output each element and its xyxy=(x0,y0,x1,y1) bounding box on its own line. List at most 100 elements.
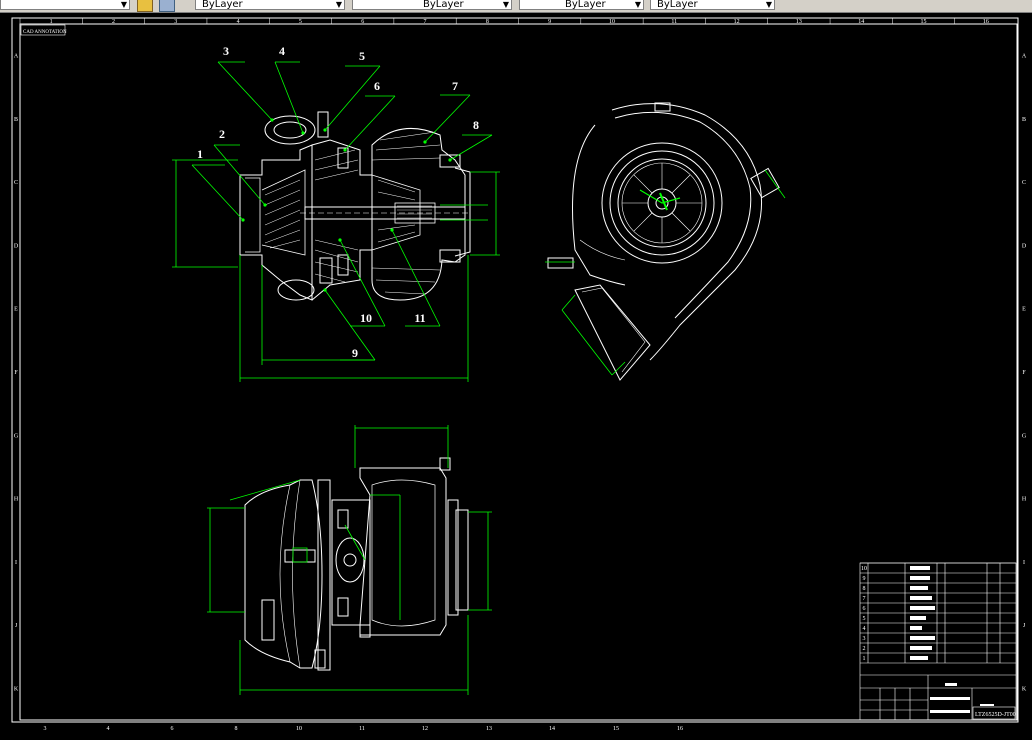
inner-frame xyxy=(19,23,1018,721)
title-block-row-number: 3 xyxy=(863,636,866,642)
column-number: 13 xyxy=(796,19,802,25)
end-view-dimensions xyxy=(545,169,786,376)
title-block-row-numbers: 10 9 8 7 6 5 4 3 2 1 xyxy=(861,566,867,662)
title-block-row-number: 4 xyxy=(863,626,866,632)
leader-arrowhead xyxy=(343,148,347,152)
row-letter: J xyxy=(1023,623,1026,629)
column-number: 3 xyxy=(174,19,177,25)
row-letter: A xyxy=(14,54,19,60)
row-letters-left: A B C D E F G H I J K xyxy=(14,54,19,693)
column-number: 4 xyxy=(107,726,110,732)
section-dimensions xyxy=(172,159,500,382)
layer-previous-icon[interactable] xyxy=(159,0,175,12)
plotstyle-control-value: ByLayer xyxy=(657,0,698,10)
column-number: 15 xyxy=(921,19,927,25)
column-number: 3 xyxy=(44,726,47,732)
column-number: 14 xyxy=(858,19,864,25)
balloon-leader xyxy=(324,65,381,131)
corner-label: CAD ANNOTATION xyxy=(23,30,67,35)
column-number: 11 xyxy=(359,726,365,732)
row-letter: G xyxy=(14,433,19,439)
column-number: 12 xyxy=(422,726,428,732)
row-letter: B xyxy=(1022,117,1026,123)
column-number: 6 xyxy=(171,726,174,732)
toolbar-left-dropdown[interactable]: ▼ xyxy=(0,0,130,10)
column-number: 16 xyxy=(983,19,989,25)
column-number: 10 xyxy=(296,726,302,732)
part-balloon-number: 4 xyxy=(279,44,285,58)
row-letter: C xyxy=(1022,180,1026,186)
row-letter: I xyxy=(1023,560,1025,566)
row-letter: D xyxy=(1022,243,1027,249)
row-letter: E xyxy=(14,307,18,313)
front-view-dimensions xyxy=(207,425,492,695)
part-balloon-number: 2 xyxy=(219,127,225,141)
leader-arrowhead xyxy=(323,288,327,292)
leader-arrowhead xyxy=(448,158,452,162)
row-letter: B xyxy=(14,117,18,123)
part-balloon-number: 1 xyxy=(197,147,203,161)
column-number: 13 xyxy=(486,726,492,732)
column-number: 11 xyxy=(671,19,677,25)
column-number: 2 xyxy=(112,19,115,25)
column-number: 8 xyxy=(486,19,489,25)
color-control-dropdown[interactable]: ByLayer ▼ xyxy=(195,0,345,10)
part-balloon-number: 3 xyxy=(223,44,229,58)
row-letter: I xyxy=(15,560,17,566)
section-view xyxy=(239,111,471,301)
leader-arrowhead xyxy=(241,218,245,222)
title-block-row-number: 7 xyxy=(863,596,866,602)
drawing-canvas[interactable]: CAD ANNOTATION 1 2 3 4 5 6 7 8 9 10 11 12 13 14 15 16 3… xyxy=(0,12,1032,736)
row-letter: F xyxy=(14,370,18,376)
row-letter: G xyxy=(1022,433,1027,439)
row-letter: K xyxy=(14,686,19,692)
column-number: 10 xyxy=(609,19,615,25)
row-letter: C xyxy=(14,180,18,186)
part-balloon-number: 11 xyxy=(414,311,425,325)
part-balloon-number: 10 xyxy=(360,311,372,325)
column-number: 9 xyxy=(548,19,551,25)
lineweight-control-value: ByLayer xyxy=(565,0,606,10)
drawing-number: LTZ6525D-JT00 xyxy=(975,712,1016,718)
plotstyle-control-dropdown[interactable]: ByLayer ▼ xyxy=(650,0,775,10)
balloon-leader xyxy=(449,134,493,161)
row-letter: J xyxy=(15,623,18,629)
part-balloon-number: 8 xyxy=(473,118,479,132)
lineweight-control-dropdown[interactable]: ByLayer ▼ xyxy=(519,0,644,10)
row-letters-right: A B C D E F G H I J K xyxy=(1022,54,1027,693)
column-number: 12 xyxy=(734,19,740,25)
balloon-leader xyxy=(344,95,396,151)
balloon-leader xyxy=(324,289,376,361)
column-number: 4 xyxy=(237,19,240,25)
layer-states-icon[interactable] xyxy=(137,0,153,12)
title-block-row-number: 10 xyxy=(861,566,867,572)
row-letter: A xyxy=(1022,54,1027,60)
title-block-row-number: 8 xyxy=(863,586,866,592)
leader-arrowhead xyxy=(338,238,342,242)
linetype-control-dropdown[interactable]: ByLayer ▼ xyxy=(352,0,512,10)
part-balloons: 1 2 3 4 5 6 7 8 9 10 11 xyxy=(191,44,493,361)
cad-drawing[interactable]: CAD ANNOTATION 1 2 3 4 5 6 7 8 9 10 11 12 13 14 15 16 3… xyxy=(0,12,1032,736)
chevron-down-icon: ▼ xyxy=(335,0,342,9)
part-balloon-number: 5 xyxy=(359,49,365,63)
balloon-leader xyxy=(191,164,244,221)
part-balloon-number: 9 xyxy=(352,346,358,360)
row-letter: H xyxy=(1022,497,1027,503)
leader-arrowhead xyxy=(270,118,274,122)
balloon-leader xyxy=(217,61,273,121)
leader-arrowhead xyxy=(263,203,267,207)
title-block-row-number: 1 xyxy=(863,656,866,662)
column-number: 5 xyxy=(299,19,302,25)
color-control-value: ByLayer xyxy=(202,0,243,10)
column-number: 1 xyxy=(50,19,53,25)
row-letter: K xyxy=(1022,686,1027,692)
title-block-row-number: 6 xyxy=(863,606,866,612)
column-number: 15 xyxy=(613,726,619,732)
title-block-row-number: 2 xyxy=(863,646,866,652)
leader-arrowhead xyxy=(323,128,327,132)
title-block-fills xyxy=(910,566,994,713)
front-view xyxy=(244,457,469,671)
part-balloon-number: 7 xyxy=(452,79,458,93)
column-number: 8 xyxy=(235,726,238,732)
chevron-down-icon: ▼ xyxy=(120,0,127,9)
